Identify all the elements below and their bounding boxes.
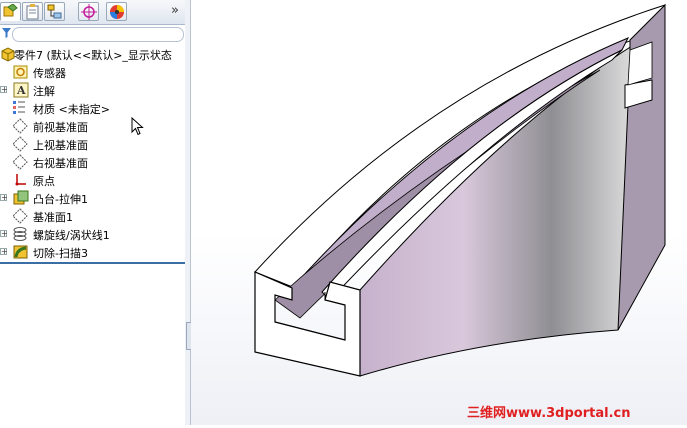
expand-toggle[interactable]: +	[0, 194, 8, 202]
origin-icon	[15, 174, 26, 186]
tree-item-sensors[interactable]: 传感器	[0, 63, 185, 81]
helix-icon	[13, 227, 27, 241]
material-icon	[13, 101, 25, 114]
feature-manager-tabbar: »	[0, 0, 185, 25]
tab-property-manager[interactable]	[22, 2, 43, 21]
tree-item-annotations[interactable]: + A 注解	[0, 81, 185, 99]
tree-item-label: 切除-扫描3	[33, 247, 88, 260]
tree-item-label: 螺旋线/涡状线1	[33, 229, 110, 242]
tree-item-label: 凸台-拉伸1	[33, 193, 88, 206]
tree-item-top-plane[interactable]: 上视基准面	[0, 135, 185, 153]
tree-item-part-root[interactable]: 零件7 (默认<<默认>_显示状态	[0, 45, 185, 63]
plane-icon	[12, 154, 28, 170]
dimxpert-icon	[81, 4, 97, 20]
tree-item-plane1[interactable]: 基准面1	[0, 207, 185, 225]
tree-item-label: 右视基准面	[33, 157, 88, 170]
expand-toggle[interactable]: +	[0, 230, 8, 238]
watermark-text: 三维网www.3dportal.cn	[467, 406, 631, 421]
tree-item-label: 传感器	[33, 67, 66, 80]
tree-item-label: 零件7 (默认<<默认>_显示状态	[14, 49, 172, 62]
sensor-icon	[13, 65, 28, 79]
filter-icon[interactable]	[2, 28, 11, 38]
filter-row	[0, 25, 185, 43]
annotation-icon: A	[13, 82, 29, 98]
tree-item-label: 前视基准面	[33, 121, 88, 134]
expand-toggle[interactable]: +	[0, 86, 8, 94]
tree-item-helix[interactable]: + 螺旋线/涡状线1	[0, 225, 185, 243]
plane-icon	[12, 208, 28, 224]
plane-icon	[12, 118, 28, 134]
more-tabs-button[interactable]: »	[168, 3, 182, 20]
feature-tree-icon	[3, 4, 18, 17]
tab-feature-tree[interactable]	[0, 2, 21, 21]
expand-toggle[interactable]: +	[0, 248, 8, 256]
tree-item-boss-extrude[interactable]: + 凸台-拉伸1	[0, 189, 185, 207]
configuration-manager-icon	[47, 4, 62, 19]
tab-dimxpert-manager[interactable]	[78, 2, 99, 21]
tree-item-label: 上视基准面	[33, 139, 88, 152]
boss-extrude-icon	[13, 190, 29, 205]
tree-item-right-plane[interactable]: 右视基准面	[0, 153, 185, 171]
tab-configuration-manager[interactable]	[44, 2, 65, 21]
display-manager-icon	[110, 5, 124, 19]
property-manager-icon	[26, 4, 39, 20]
tab-display-manager[interactable]	[106, 2, 127, 21]
graphics-area[interactable]	[191, 0, 687, 425]
tree-item-cut-sweep[interactable]: + 切除-扫描3	[0, 243, 185, 261]
feature-manager-panel: » 零件7 (默认<<默认>_显示状态 传感器 + A 注解 材质 <未指定> …	[0, 0, 186, 425]
tree-item-label: 原点	[33, 175, 55, 188]
filter-input[interactable]	[12, 27, 184, 42]
tree-item-material[interactable]: 材质 <未指定>	[0, 99, 185, 117]
tree-item-origin[interactable]: 原点	[0, 171, 185, 189]
tree-item-front-plane[interactable]: 前视基准面	[0, 117, 185, 135]
svg-text:A: A	[16, 84, 26, 97]
tree-item-label: 材质 <未指定>	[33, 103, 110, 116]
part-model-3d[interactable]	[191, 0, 687, 425]
tree-item-label: 基准面1	[33, 211, 73, 224]
plane-icon	[12, 136, 28, 152]
panel-divider	[0, 262, 185, 264]
mouse-cursor-icon	[131, 117, 144, 136]
tree-item-label: 注解	[33, 85, 55, 98]
cut-sweep-icon	[13, 245, 28, 259]
